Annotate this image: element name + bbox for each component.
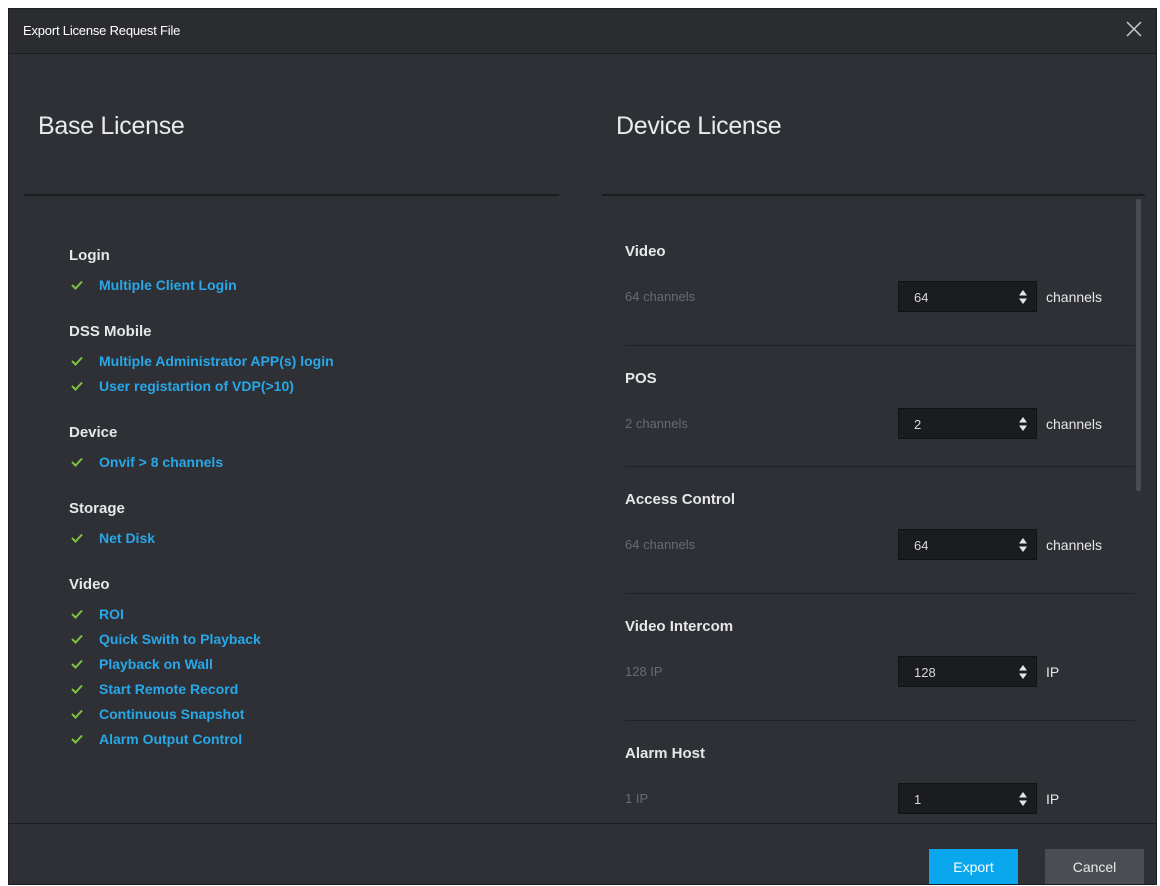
device-license-divider (602, 194, 1145, 196)
device-license-name: Video (625, 243, 666, 260)
device-license-name: POS (625, 370, 657, 387)
device-license-info: 128 IP (625, 664, 663, 679)
license-feature-item: Net Disk (69, 526, 549, 551)
channel-count-stepper[interactable]: 64 (898, 281, 1037, 312)
check-icon (69, 526, 99, 551)
check-icon (69, 349, 99, 374)
base-license-heading: Base License (38, 112, 185, 140)
stepper-value[interactable]: 128 (914, 665, 936, 680)
license-group: Video ROI Quick Swith to Playback Playback … (69, 576, 549, 752)
license-feature-label: Multiple Administrator APP(s) login (99, 353, 334, 369)
device-license-name: Alarm Host (625, 745, 706, 762)
device-license-heading: Device License (616, 112, 782, 140)
license-feature-item: Multiple Administrator APP(s) login (69, 349, 549, 374)
device-license-name: Video Intercom (625, 618, 734, 635)
license-feature-item: Alarm Output Control (69, 727, 549, 752)
up-down-arrows-icon[interactable] (1018, 416, 1028, 437)
license-feature-label: Alarm Output Control (99, 731, 243, 747)
license-group-title: Storage (69, 500, 125, 517)
device-license-row: POS 2 channels 2 channels (625, 346, 1135, 467)
license-feature-item: User registartion of VDP(>10) (69, 374, 549, 399)
license-group-title: Device (69, 424, 118, 441)
unit-label: channels (1046, 537, 1103, 553)
channel-count-stepper[interactable]: 128 (898, 656, 1037, 687)
check-icon (69, 702, 99, 727)
stepper-value[interactable]: 2 (914, 417, 921, 432)
up-down-arrows-icon[interactable] (1018, 791, 1028, 812)
title-bar: Export License Request File (9, 9, 1156, 54)
export-license-dialog: Export License Request File Base License… (8, 8, 1157, 885)
license-feature-label: Playback on Wall (99, 656, 213, 672)
base-license-list: Login Multiple Client Login DSS Mobile Mult… (69, 247, 549, 833)
up-down-arrows-icon[interactable] (1018, 664, 1028, 685)
close-icon (1126, 21, 1142, 37)
license-feature-label: Start Remote Record (99, 681, 239, 697)
stepper-value[interactable]: 1 (914, 792, 921, 807)
stepper-value[interactable]: 64 (914, 290, 928, 305)
check-icon (69, 677, 99, 702)
license-group: DSS Mobile Multiple Administrator APP(s) … (69, 323, 549, 399)
stepper-value[interactable]: 64 (914, 538, 928, 553)
device-license-info: 1 IP (625, 791, 649, 806)
cancel-button[interactable]: Cancel (1045, 849, 1144, 884)
up-down-arrows-icon[interactable] (1018, 289, 1028, 310)
check-icon (69, 273, 99, 298)
license-group-title: DSS Mobile (69, 323, 152, 340)
license-feature-item: Continuous Snapshot (69, 702, 549, 727)
dialog-footer: Export Cancel (9, 823, 1156, 884)
base-license-divider (24, 194, 559, 196)
unit-label: channels (1046, 289, 1103, 305)
device-license-row: Access Control 64 channels 64 channels (625, 467, 1135, 594)
license-group: Login Multiple Client Login (69, 247, 549, 298)
license-feature-item: Onvif > 8 channels (69, 450, 549, 475)
check-icon (69, 450, 99, 475)
license-feature-item: ROI (69, 602, 549, 627)
unit-label: IP (1046, 664, 1060, 680)
license-feature-label: Quick Swith to Playback (99, 631, 261, 647)
device-license-row: Video 64 channels 64 channels (625, 219, 1135, 346)
license-group: Device Onvif > 8 channels (69, 424, 549, 475)
device-license-info: 2 channels (625, 416, 688, 431)
unit-label: channels (1046, 416, 1103, 432)
license-group-title: Login (69, 247, 110, 264)
license-feature-item: Start Remote Record (69, 677, 549, 702)
license-feature-label: Onvif > 8 channels (99, 454, 224, 470)
check-icon (69, 727, 99, 752)
up-down-arrows-icon[interactable] (1018, 537, 1028, 558)
license-group-title: Video (69, 576, 110, 593)
check-icon (69, 602, 99, 627)
license-feature-item: Playback on Wall (69, 652, 549, 677)
dialog-title: Export License Request File (23, 23, 181, 38)
license-feature-label: Net Disk (99, 530, 156, 546)
device-license-info: 64 channels (625, 289, 696, 304)
check-icon (69, 374, 99, 399)
check-icon (69, 627, 99, 652)
license-group: Storage Net Disk (69, 500, 549, 551)
license-feature-item: Multiple Client Login (69, 273, 549, 298)
license-feature-item: Quick Swith to Playback (69, 627, 549, 652)
channel-count-stepper[interactable]: 2 (898, 408, 1037, 439)
check-icon (69, 652, 99, 677)
scrollbar-thumb[interactable] (1136, 199, 1141, 491)
device-license-name: Access Control (625, 491, 736, 508)
close-button[interactable] (1120, 15, 1148, 43)
device-license-list: Video 64 channels 64 channels POS 2 channels 2… (625, 219, 1135, 841)
license-feature-label: Multiple Client Login (99, 277, 237, 293)
device-license-info: 64 channels (625, 537, 696, 552)
license-feature-label: User registartion of VDP(>10) (99, 378, 294, 394)
license-feature-label: ROI (99, 606, 124, 622)
device-license-row: Video Intercom 128 IP 128 IP (625, 594, 1135, 721)
license-feature-label: Continuous Snapshot (99, 706, 245, 722)
unit-label: IP (1046, 791, 1060, 807)
export-button[interactable]: Export (929, 849, 1018, 884)
channel-count-stepper[interactable]: 1 (898, 783, 1037, 814)
channel-count-stepper[interactable]: 64 (898, 529, 1037, 560)
